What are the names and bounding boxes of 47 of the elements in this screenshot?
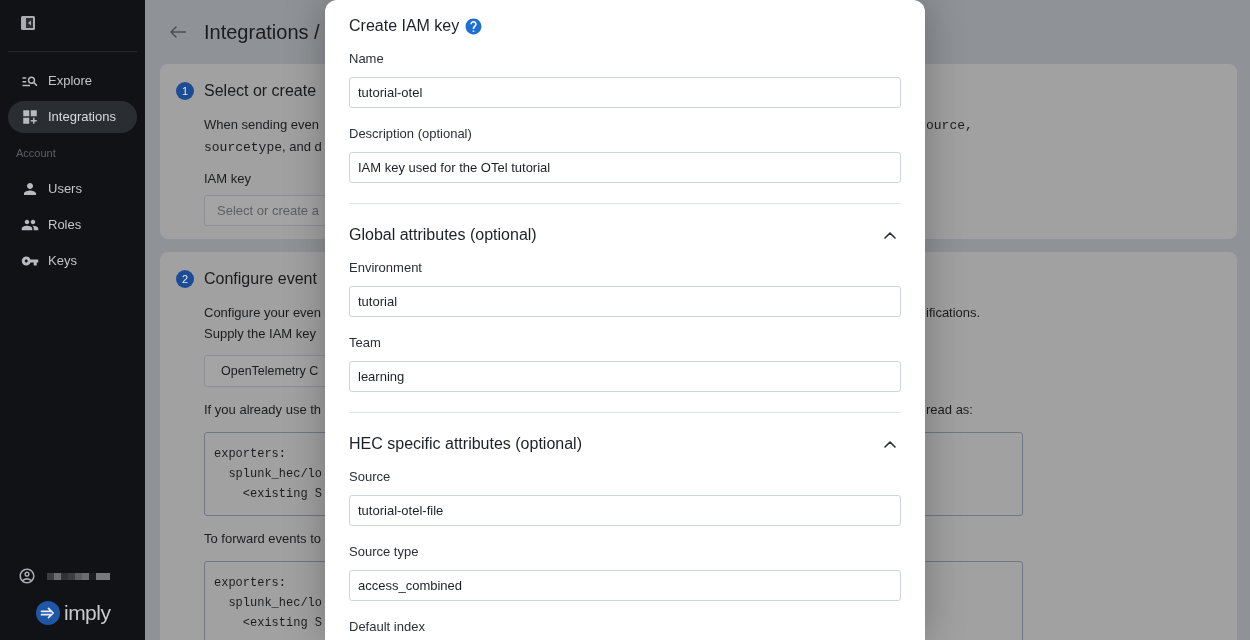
step-number: 2 bbox=[176, 270, 194, 288]
body-text: Configure your even bbox=[204, 304, 322, 322]
sidebar-item[interactable]: Explore bbox=[8, 65, 137, 97]
section-heading: Account bbox=[16, 147, 56, 159]
field-label: Source bbox=[349, 469, 391, 484]
sidebar-item[interactable]: Users bbox=[8, 173, 137, 205]
help-icon[interactable] bbox=[464, 16, 484, 36]
body-text: sourcetype, and d bbox=[204, 138, 322, 157]
chevron-up-icon[interactable] bbox=[884, 231, 896, 239]
body-text: ource, bbox=[925, 117, 973, 135]
sidebar-toggle-icon[interactable] bbox=[21, 16, 35, 30]
text-field[interactable]: tutorial bbox=[349, 286, 901, 317]
text-field[interactable]: IAM key used for the OTel tutorial bbox=[349, 152, 901, 183]
step-number: 1 bbox=[176, 82, 194, 100]
step-title: Select or create bbox=[204, 81, 317, 101]
dialog-title: Create IAM key bbox=[349, 16, 460, 36]
field-label: Description (optional) bbox=[349, 126, 472, 141]
text-field[interactable]: tutorial-otel-file bbox=[349, 495, 901, 526]
field-label: Name bbox=[349, 51, 384, 66]
field-label: Source type bbox=[349, 544, 419, 559]
field-label: Default index bbox=[349, 619, 425, 634]
body-text: Supply the IAM key bbox=[204, 325, 316, 343]
body-text: ifications. bbox=[925, 304, 981, 322]
field-label: Environment bbox=[349, 260, 422, 275]
chevron-up-icon[interactable] bbox=[884, 440, 896, 448]
person-icon bbox=[21, 180, 39, 198]
user-avatar-icon[interactable] bbox=[18, 567, 36, 585]
body-text: If you already use th bbox=[204, 401, 322, 419]
sidebar-item[interactable]: Keys bbox=[8, 245, 137, 277]
text-field[interactable]: learning bbox=[349, 361, 901, 392]
step-title: Configure event bbox=[204, 269, 317, 289]
body-text: To forward events to bbox=[204, 530, 322, 548]
logo-text: imply bbox=[64, 601, 111, 625]
sidebar-item[interactable]: Integrations bbox=[8, 101, 137, 133]
text-field[interactable]: access_combined bbox=[349, 570, 901, 601]
body-text: read as: bbox=[925, 401, 973, 419]
section-title: HEC specific attributes (optional) bbox=[349, 434, 582, 454]
body-text: When sending even bbox=[204, 116, 319, 134]
redacted-name-drawing bbox=[47, 572, 110, 580]
text-field[interactable]: tutorial-otel bbox=[349, 77, 901, 108]
field-label: IAM key bbox=[204, 171, 251, 186]
section-title: Global attributes (optional) bbox=[349, 225, 537, 245]
field-label: Team bbox=[349, 335, 381, 350]
sidebar-item[interactable]: Roles bbox=[8, 209, 137, 241]
back-arrow-icon[interactable] bbox=[170, 26, 186, 38]
grid-plus-icon bbox=[21, 108, 39, 126]
page-title: Integrations / bbox=[204, 20, 320, 45]
